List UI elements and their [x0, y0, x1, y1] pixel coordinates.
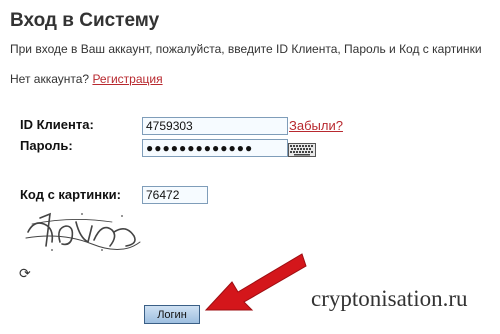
captcha-label: Код с картинки: — [20, 187, 121, 202]
no-account-row: Нет аккаунта? Регистрация — [10, 72, 163, 86]
refresh-icon[interactable]: ⟳ — [19, 265, 31, 282]
keyboard-icon[interactable] — [288, 143, 316, 157]
page-title: Вход в Систему — [10, 10, 160, 31]
password-label: Пароль: — [20, 138, 73, 153]
register-link[interactable]: Регистрация — [92, 72, 162, 86]
client-id-label: ID Клиента: — [20, 117, 94, 132]
intro-text: При входе в Ваш аккаунт, пожалуйста, вве… — [10, 42, 482, 56]
watermark: cryptonisation.ru — [311, 286, 468, 311]
password-input[interactable]: ●●●●●●●●●●●●● — [142, 139, 288, 157]
arrow-pointer — [204, 253, 307, 311]
captcha-image — [25, 212, 141, 251]
captcha-input[interactable] — [142, 186, 208, 204]
client-id-input[interactable] — [142, 117, 288, 135]
no-account-text: Нет аккаунта? — [10, 72, 90, 86]
forgot-link[interactable]: Забыли? — [289, 118, 343, 133]
